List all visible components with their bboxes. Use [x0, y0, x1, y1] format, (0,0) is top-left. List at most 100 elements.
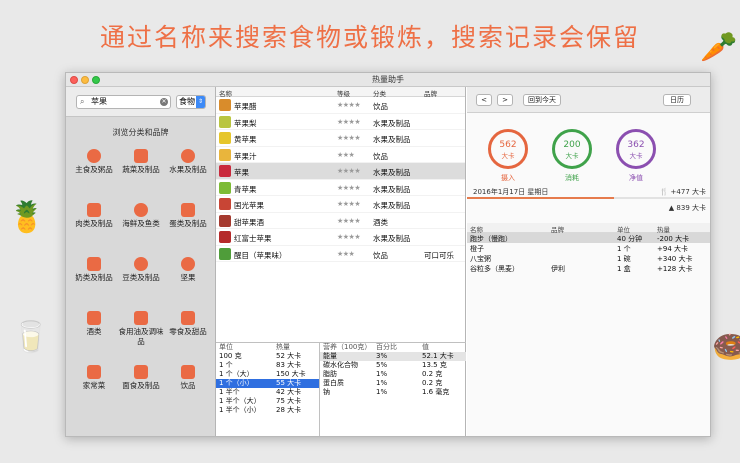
- food-name: 苹果: [234, 168, 249, 177]
- category-item[interactable]: 水果及制品: [165, 149, 211, 175]
- food-thumbnail-icon: [219, 231, 231, 243]
- food-row[interactable]: 醒目（苹果味） ★★★ 饮品 可口可乐: [216, 246, 465, 262]
- ring-unit: 大卡: [501, 152, 515, 160]
- food-list-panel: 名称 等级 分类 品牌 苹果醋 ★★★★ 饮品 苹果梨 ★★★★ 水果及制品 黄苹果 ★★★★…: [216, 87, 466, 436]
- food-stars: ★★★★: [337, 167, 361, 175]
- food-category: 饮品: [373, 102, 388, 111]
- unit-row[interactable]: 1 个 83 大卡: [216, 361, 319, 370]
- food-row[interactable]: 苹果 ★★★★ 水果及制品: [216, 163, 465, 180]
- beer-icon: [87, 311, 101, 325]
- category-label: 水果及制品: [169, 165, 207, 174]
- unit-label: 100 克: [219, 352, 242, 360]
- nutrient-name: 能量: [323, 352, 337, 360]
- food-name: 国光苹果: [234, 201, 264, 210]
- unit-row[interactable]: 1 个（小） 55 大卡: [216, 379, 319, 388]
- food-row[interactable]: 黄苹果 ★★★★ 水果及制品: [216, 130, 465, 147]
- category-label: 肉类及制品: [75, 219, 113, 228]
- log-kcal: +128 大卡: [657, 265, 693, 273]
- unit-row[interactable]: 1 半个 42 大卡: [216, 388, 319, 397]
- window-title: 热量助手: [372, 75, 404, 84]
- unit-kcal: 55 大卡: [276, 379, 302, 387]
- category-item[interactable]: 蔬菜及制品: [118, 149, 164, 175]
- nutrition-table: 营养（100克） 百分比 值 能量 3% 52.1 大卡 碳水化合物 5% 13.5 克脂…: [320, 343, 466, 436]
- category-item[interactable]: 肉类及制品: [71, 203, 117, 229]
- noodle-icon: [134, 365, 148, 379]
- search-input[interactable]: ⌕ 苹果 ✕: [76, 95, 171, 109]
- log-row[interactable]: 谷粒多（黑麦） 伊利 1 盒 +128 大卡: [467, 263, 710, 273]
- day-toolbar: < > 回到今天 日历: [467, 87, 710, 113]
- food-category: 饮品: [373, 250, 388, 260]
- day-panel: < > 回到今天 日历 562 大卡 摄入 200 大卡 消耗 362 大卡 净…: [467, 87, 710, 436]
- unit-kcal: 75 大卡: [276, 397, 302, 405]
- food-row[interactable]: 苹果梨 ★★★★ 水果及制品: [216, 114, 465, 130]
- category-item[interactable]: 奶类及制品: [71, 257, 117, 283]
- food-row[interactable]: 苹果汁 ★★★ 饮品: [216, 147, 465, 163]
- browse-title: 浏览分类和品牌: [112, 128, 169, 137]
- burn-value: 839 大卡: [676, 204, 706, 212]
- zoom-button[interactable]: [92, 76, 100, 84]
- ring-value: 562: [499, 140, 517, 150]
- food-row[interactable]: 国光苹果 ★★★★ 水果及制品: [216, 196, 465, 213]
- log-row[interactable]: 橙子 1 个 +94 大卡: [467, 243, 710, 253]
- units-table: 单位 热量 100 克 52 大卡 1 个 83 大卡 1 个（大） 150 大卡 1 个（…: [216, 343, 320, 436]
- drink-icon: [181, 365, 195, 379]
- unit-row[interactable]: 1 半个（小） 28 大卡: [216, 406, 319, 415]
- food-row[interactable]: 甜苹果酒 ★★★★ 酒类: [216, 213, 465, 229]
- unit-kcal: 42 大卡: [276, 388, 302, 396]
- nutrition-header: 营养（100克） 百分比 值: [320, 343, 466, 352]
- food-category: 水果及制品: [373, 135, 411, 144]
- intake-total: 🍴 +477 大卡: [660, 187, 706, 197]
- category-item[interactable]: 海鲜及鱼类: [118, 203, 164, 229]
- category-item[interactable]: 食用油及调味品: [118, 311, 164, 347]
- food-thumbnail-icon: [219, 214, 231, 227]
- prev-day-button[interactable]: <: [476, 94, 492, 106]
- food-row[interactable]: 苹果醋 ★★★★ 饮品: [216, 97, 465, 114]
- category-item[interactable]: 零食及甜品: [165, 311, 211, 337]
- category-label: 坚果: [180, 273, 196, 282]
- nutrient-value: 0.2 克: [422, 370, 443, 378]
- search-type-select[interactable]: 食物 ⇕: [176, 95, 206, 109]
- log-header: 名称 品牌 单位 热量: [467, 223, 710, 234]
- category-item[interactable]: 主食及粥品: [71, 149, 117, 175]
- category-item[interactable]: 坚果: [165, 257, 211, 283]
- food-category: 水果及制品: [373, 184, 411, 194]
- clear-search-icon[interactable]: ✕: [160, 98, 168, 106]
- log-row[interactable]: 跑步（慢跑） 40 分钟 -200 大卡: [467, 233, 710, 243]
- today-button[interactable]: 回到今天: [523, 94, 561, 106]
- meat-icon: [87, 203, 101, 217]
- nutrient-percent: 5%: [376, 361, 388, 369]
- nutrient-name: 碳水化合物: [323, 361, 358, 369]
- unit-label: 1 个（小）: [219, 379, 254, 387]
- unit-label: 1 半个: [219, 388, 240, 396]
- food-row[interactable]: 青苹果 ★★★★ 水果及制品: [216, 180, 465, 196]
- calendar-button[interactable]: 日历: [663, 94, 691, 106]
- day-progress-bar: [467, 197, 710, 199]
- unit-row[interactable]: 1 个（大） 150 大卡: [216, 370, 319, 379]
- donut-icon: 🍩: [712, 330, 740, 365]
- next-day-button[interactable]: >: [497, 94, 513, 106]
- bowl-icon: [87, 149, 101, 163]
- log-row[interactable]: 八宝粥 1 碗 +340 大卡: [467, 253, 710, 263]
- unit-row[interactable]: 100 克 52 大卡: [216, 352, 319, 361]
- units-header: 单位 热量: [216, 343, 319, 352]
- log-unit: 1 盒: [617, 265, 631, 273]
- unit-row[interactable]: 1 半个（大） 75 大卡: [216, 397, 319, 406]
- category-item[interactable]: 豆类及制品: [118, 257, 164, 283]
- pineapple-icon: 🍍: [8, 200, 46, 235]
- food-thumbnail-icon: [219, 181, 231, 194]
- col-value: 值: [422, 343, 429, 351]
- food-name: 甜苹果酒: [234, 217, 264, 227]
- food-row[interactable]: 红富士苹果 ★★★★ 水果及制品: [216, 229, 465, 246]
- minimize-button[interactable]: [81, 76, 89, 84]
- category-item[interactable]: 蛋类及制品: [165, 203, 211, 229]
- intake-value: +477 大卡: [670, 188, 706, 196]
- category-item[interactable]: 饮品: [165, 365, 211, 391]
- nutrient-value: 0.2 克: [422, 379, 443, 387]
- category-item[interactable]: 酒类: [71, 311, 117, 337]
- close-button[interactable]: [70, 76, 78, 84]
- unit-label: 1 个: [219, 361, 233, 369]
- category-item[interactable]: 家常菜: [71, 365, 117, 391]
- ring-label: 摄入: [501, 174, 515, 182]
- category-item[interactable]: 面食及制品: [118, 365, 164, 391]
- food-stars: ★★★★: [337, 216, 361, 225]
